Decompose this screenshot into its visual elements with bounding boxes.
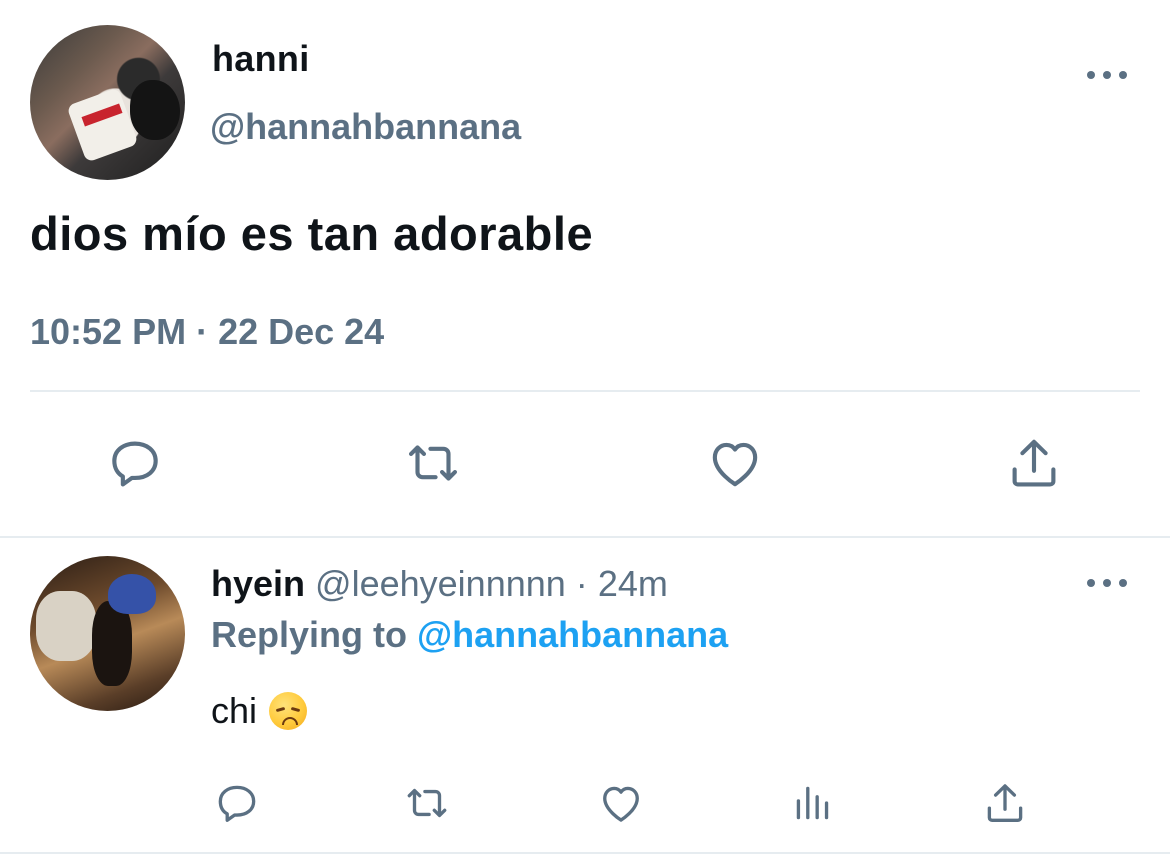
reply-timestamp[interactable]: 24m	[598, 563, 668, 604]
reply-author-handle[interactable]: @leehyeinnnnn	[315, 563, 566, 604]
author-handle[interactable]: @hannahbannana	[210, 106, 521, 148]
reply-text: chi	[211, 690, 258, 731]
reply-author-avatar[interactable]	[30, 556, 185, 711]
replying-to-handle-link[interactable]: @hannahbannana	[417, 614, 728, 655]
retweet-icon[interactable]	[402, 432, 464, 494]
dot	[1087, 579, 1095, 587]
reply-icon[interactable]	[212, 778, 262, 828]
share-icon[interactable]	[1003, 432, 1065, 494]
dot	[1103, 71, 1111, 79]
avatar-photo-detail	[108, 574, 156, 614]
author-avatar[interactable]	[30, 25, 185, 180]
reply-icon[interactable]	[104, 432, 166, 494]
avatar-photo-detail	[130, 80, 180, 140]
replying-to-line: Replying to @hannahbannana	[211, 614, 728, 656]
dot	[1119, 71, 1127, 79]
dot	[1087, 71, 1095, 79]
avatar-photo-detail	[66, 87, 139, 163]
tweet-text: dios mío es tan adorable	[30, 207, 594, 260]
divider	[0, 852, 1170, 854]
retweet-icon[interactable]	[402, 778, 452, 828]
share-icon[interactable]	[980, 778, 1030, 828]
tweet-timestamp[interactable]: 10:52 PM · 22 Dec 24	[30, 311, 384, 353]
more-options-icon[interactable]	[1087, 60, 1127, 90]
replying-to-label: Replying to	[211, 614, 407, 655]
stats-icon[interactable]	[788, 778, 838, 828]
dot	[1103, 579, 1111, 587]
dot	[1119, 579, 1127, 587]
reply-author-name[interactable]: hyein	[211, 563, 305, 604]
divider	[30, 390, 1140, 392]
divider	[0, 536, 1170, 538]
like-icon[interactable]	[704, 432, 766, 494]
like-icon[interactable]	[596, 778, 646, 828]
more-options-icon[interactable]	[1087, 568, 1127, 598]
reply-header: hyein @leehyeinnnnn · 24m	[211, 563, 668, 605]
disappointed-face-emoji-icon	[269, 692, 308, 730]
author-name[interactable]: hanni	[212, 38, 310, 80]
separator: ·	[575, 563, 588, 604]
avatar-photo-detail	[36, 591, 96, 661]
reply-text-container: chi	[211, 690, 308, 732]
